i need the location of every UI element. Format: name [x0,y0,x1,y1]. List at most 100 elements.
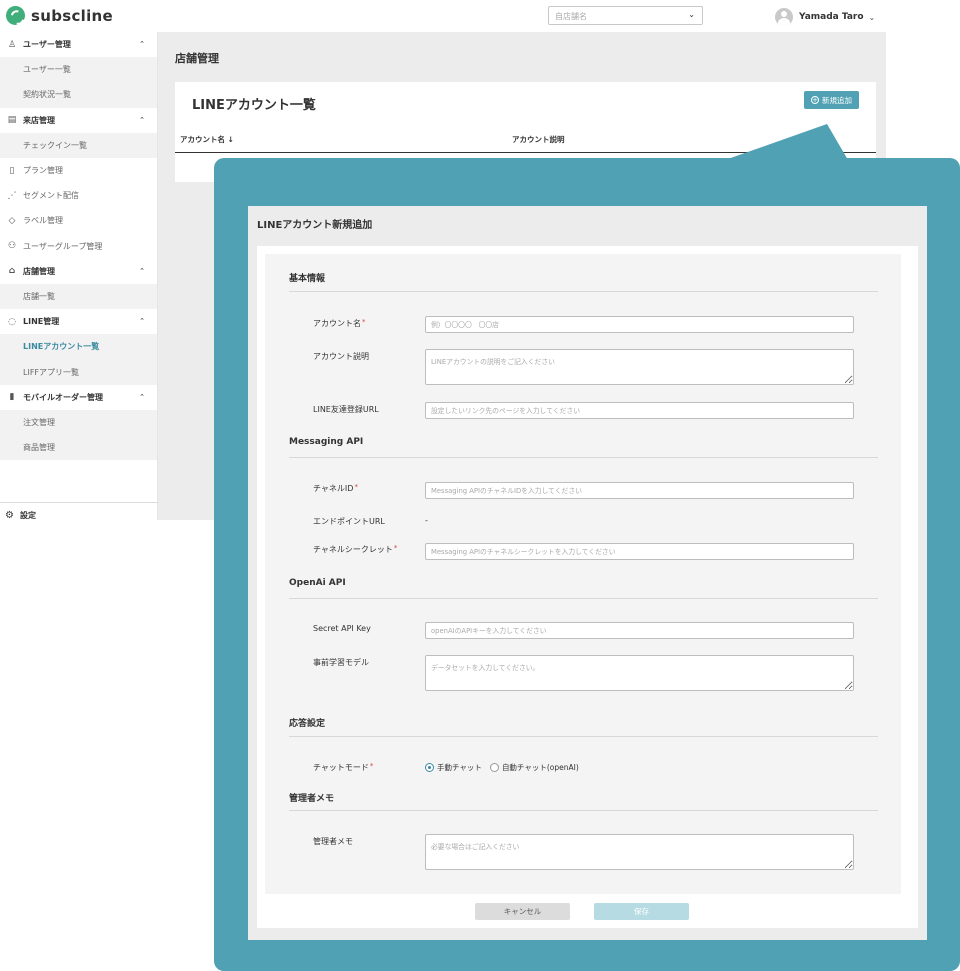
section-title-response: 応答設定 [289,719,326,729]
sidebar-divider [0,502,158,503]
user-menu[interactable]: Yamada Taro ⌄ [775,8,875,26]
admin-memo-label: 管理者メモ [313,837,353,846]
sidebar-item-label: 店舗管理 [23,266,55,276]
table-header-divider [175,152,876,153]
section-title-memo: 管理者メモ [289,794,335,804]
sidebar-item[interactable]: ▤ 来店管理 ⌃ [0,108,157,133]
user-name: Yamada Taro [799,12,864,22]
user-icon: ♙ [7,39,17,50]
section-title-openai: OpenAi API [289,578,346,588]
table-header-account-name[interactable]: アカウント名 ↓ [180,134,234,145]
card-title: LINEアカウント一覧 [192,98,316,113]
add-account-button[interactable]: + 新規追加 [804,91,859,109]
sidebar-item-label: 来店管理 [23,115,55,125]
modal-title: LINEアカウント新規追加 [257,220,373,231]
cancel-button[interactable]: キャンセル [475,903,570,920]
radio-manual-chat-label: 手動チャット [437,763,482,772]
pretrained-model-textarea[interactable] [425,655,854,691]
sidebar-item[interactable]: ◌ LINE管理 ⌃ [0,309,157,334]
sidebar-item[interactable]: 商品管理 [0,435,157,461]
table-header-account-desc: アカウント説明 [512,135,565,144]
sidebar-item[interactable]: ⋰ セグメント配信 [0,183,157,208]
settings-label: 設定 [19,511,36,520]
sidebar-item[interactable]: LINEアカウント一覧 [0,334,157,360]
page-title: 店舗管理 [175,52,219,65]
sidebar-item[interactable]: ユーザー一覧 [0,57,157,83]
save-button[interactable]: 保存 [594,903,689,920]
radio-auto-chat[interactable] [489,763,499,772]
sidebar-item[interactable]: LIFFアプリ一覧 [0,359,157,385]
section-divider [289,598,878,599]
settings-link[interactable]: ⚙ 設定 [5,510,36,521]
channel-id-label: チャネルID* [313,483,358,493]
add-account-modal: LINEアカウント新規追加 基本情報 アカウント名* アカウント説明 LINE友… [248,206,927,940]
sidebar-item-label: セグメント配信 [23,191,79,201]
sidebar-item-label: LINEアカウント一覧 [23,342,100,352]
sidebar-item-label: プラン管理 [23,166,63,176]
sidebar-item[interactable]: ▮ モバイルオーダー管理 ⌃ [0,385,157,410]
chevron-up-icon[interactable]: ⌃ [139,116,145,124]
sidebar-item[interactable]: 契約状況一覧 [0,82,157,108]
section-divider [289,736,878,737]
sidebar-item-label: ラベル管理 [23,216,63,226]
chevron-up-icon[interactable]: ⌃ [139,40,145,48]
section-title-messaging: Messaging API [289,437,364,447]
group-icon: ⚇ [7,241,17,252]
form-area: 基本情報 アカウント名* アカウント説明 LINE友達登録URL Messagi… [265,254,901,894]
sidebar-item-label: チェックイン一覧 [23,140,87,150]
chat-icon: ◌ [8,316,16,327]
endpoint-url-label: エンドポイントURL [313,517,385,526]
sidebar-item[interactable]: ⚇ ユーザーグループ管理 [0,234,157,259]
sidebar-item[interactable]: ◇ ラベル管理 [0,208,157,233]
logo-icon [6,6,25,25]
sidebar-item[interactable]: ⌂ 店舗管理 ⌃ [0,259,157,284]
sort-arrow-icon: ↓ [227,135,234,144]
tag-icon: ◇ [8,215,16,226]
sidebar-item[interactable]: 店舗一覧 [0,283,157,310]
store-select[interactable]: 自店舗名 ⌄ [548,6,703,25]
sidebar-item[interactable]: ♙ ユーザー管理 ⌃ [0,32,157,57]
secret-api-key-label: Secret API Key [313,624,371,633]
channel-secret-input[interactable] [425,543,854,560]
friend-url-label: LINE友達登録URL [313,405,379,414]
sidebar-nav: ♙ ユーザー管理 ⌃ ユーザー一覧 契約状況一覧 ▤ 来店管理 ⌃ チェックイン一覧 ▯ プラン管理… [0,32,157,461]
chat-mode-radio-group: 手動チャット 自動チャット(openAI) [425,762,579,773]
mobile-icon: ▮ [9,392,15,403]
sidebar-item-label: 店舗一覧 [23,291,55,301]
store-icon: ⌂ [8,266,16,277]
friend-url-input[interactable] [425,402,854,419]
chevron-down-icon: ⌄ [868,12,876,22]
sidebar-item-label: LIFFアプリ一覧 [23,367,80,377]
section-title-basic: 基本情報 [289,274,326,284]
sidebar-item[interactable]: チェックイン一覧 [0,132,157,158]
chat-mode-label: チャットモード* [313,762,374,772]
channel-id-input[interactable] [425,482,854,499]
sidebar-item-label: ユーザーグループ管理 [23,241,103,251]
logo-text: subscline [31,6,113,25]
channel-secret-label: チャネルシークレット* [313,544,398,554]
chevron-up-icon[interactable]: ⌃ [139,267,145,275]
sidebar-item-label: LINE管理 [23,317,60,327]
radio-manual-chat[interactable] [425,763,434,772]
sidebar-item[interactable]: ▯ プラン管理 [0,158,157,183]
sidebar: ♙ ユーザー管理 ⌃ ユーザー一覧 契約状況一覧 ▤ 来店管理 ⌃ チェックイン一覧 ▯ プラン管理… [0,32,158,521]
account-name-input[interactable] [425,316,854,333]
sidebar-item[interactable]: 注文管理 [0,409,157,435]
endpoint-url-value: - [425,516,428,525]
rss-icon: ⋰ [7,190,17,201]
section-divider [289,291,878,292]
chevron-up-icon[interactable]: ⌃ [139,317,145,325]
sidebar-item-label: ユーザー一覧 [23,65,71,75]
chevron-up-icon[interactable]: ⌃ [139,393,145,401]
radio-auto-chat-label: 自動チャット(openAI) [501,763,579,772]
sidebar-item-label: 契約状況一覧 [23,90,71,100]
modal-body: 基本情報 アカウント名* アカウント説明 LINE友達登録URL Messagi… [257,246,918,928]
account-desc-textarea[interactable] [425,349,854,385]
sidebar-item-label: モバイルオーダー管理 [23,392,103,402]
section-divider [289,457,878,458]
secret-api-key-input[interactable] [425,622,854,639]
logo[interactable]: subscline [6,6,113,25]
sidebar-item-label: 注文管理 [23,417,55,427]
admin-memo-textarea[interactable] [425,834,854,870]
document-icon: ▯ [9,165,15,176]
